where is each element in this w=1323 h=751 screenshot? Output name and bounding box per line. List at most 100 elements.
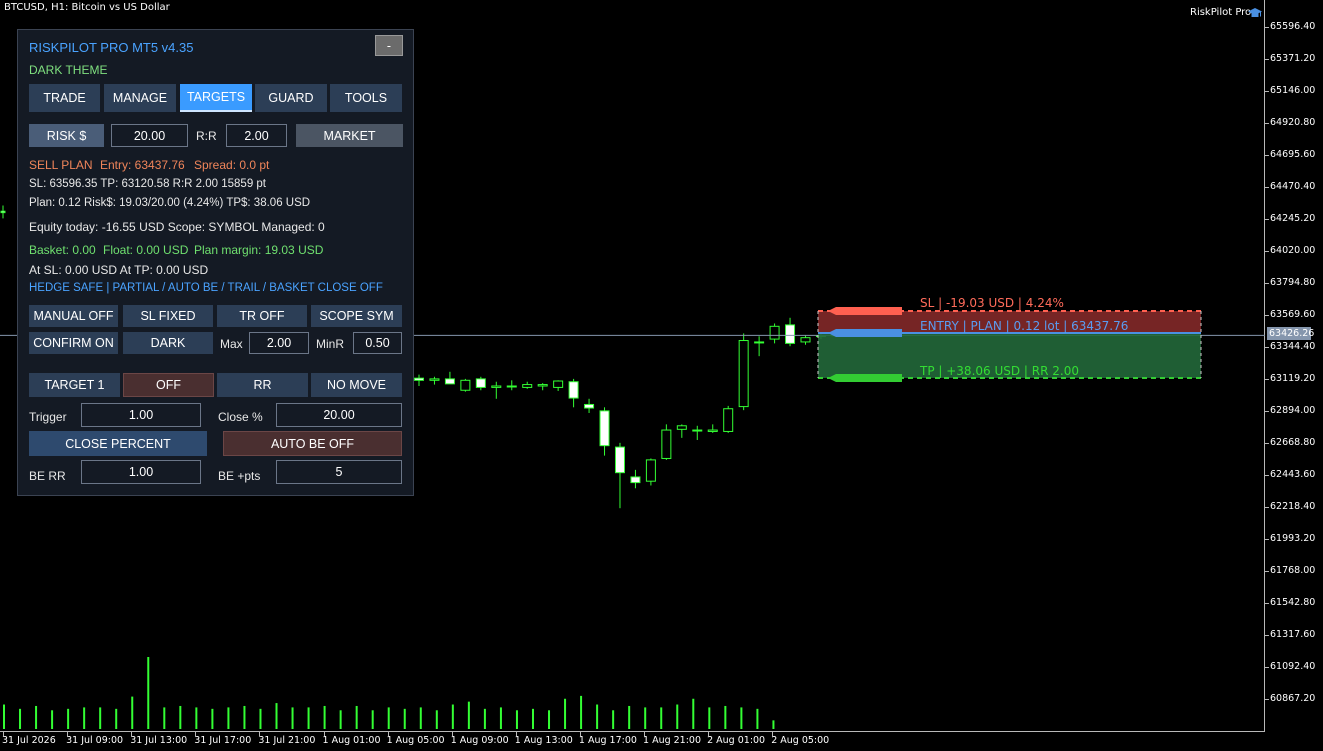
volume-bar [644, 707, 647, 729]
auto-be-off-button[interactable]: AUTO BE OFF [223, 431, 402, 456]
candle-body [754, 341, 765, 344]
sell-plan-label: SELL PLAN [29, 158, 93, 172]
target-1-button[interactable]: TARGET 1 [29, 373, 120, 397]
volume-bar [131, 696, 134, 729]
price-tick [1265, 219, 1269, 220]
volume-bar [596, 704, 599, 729]
volume-bar [163, 707, 166, 729]
candle-body [599, 410, 610, 447]
time-tick-label: 1 Aug 09:00 [450, 735, 509, 746]
candle-body [460, 379, 471, 391]
volume-bar [19, 708, 22, 729]
candle-body [723, 408, 734, 432]
sl-fixed-button[interactable]: SL FIXED [123, 305, 213, 327]
volume-bar [724, 705, 727, 729]
price-tick-label: 63794.80 [1270, 277, 1316, 288]
volume-bar [708, 707, 711, 729]
volume-bar [628, 705, 631, 729]
target-off-button[interactable]: OFF [123, 373, 214, 397]
risk-value-input[interactable]: 20.00 [111, 124, 188, 147]
candle-body [676, 425, 687, 430]
minr-label: MinR [316, 337, 345, 351]
candle-body [475, 378, 486, 388]
time-tick-label: 1 Aug 21:00 [643, 735, 702, 746]
dark-theme-button[interactable]: DARK [123, 332, 213, 354]
entry-zone-label: ENTRY | PLAN | 0.12 lot | 63437.76 [920, 319, 1129, 333]
volume-bar [355, 705, 358, 729]
tab-manage[interactable]: MANAGE [104, 84, 176, 112]
candle-body [553, 380, 564, 388]
minimize-button[interactable]: - [375, 35, 403, 56]
market-button[interactable]: MARKET [296, 124, 403, 147]
volume-bar [3, 704, 5, 729]
time-tick-label: 2 Aug 05:00 [771, 735, 830, 746]
close-pct-input[interactable]: 20.00 [276, 403, 402, 427]
rr-value-input[interactable]: 2.00 [226, 124, 287, 147]
time-tick-label: 31 Jul 17:00 [194, 735, 252, 746]
tab-trade[interactable]: TRADE [29, 84, 100, 112]
price-tick [1265, 315, 1269, 316]
volume-bar [387, 707, 390, 729]
candle-body [785, 324, 796, 344]
scope-sym-button[interactable]: SCOPE SYM [311, 305, 402, 327]
candle-body [429, 378, 440, 381]
be-rr-label: BE RR [29, 469, 66, 483]
confirm-on-button[interactable]: CONFIRM ON [29, 332, 118, 354]
max-input[interactable]: 2.00 [249, 332, 309, 354]
price-tick [1265, 667, 1269, 668]
float-label: Float: 0.00 USD [103, 243, 189, 257]
time-tick-label: 1 Aug 01:00 [322, 735, 381, 746]
time-tick-label: 31 Jul 21:00 [258, 735, 316, 746]
volume-bar [467, 701, 470, 729]
volume-bar [531, 708, 534, 729]
candle-body [537, 384, 548, 387]
manual-off-button[interactable]: MANUAL OFF [29, 305, 118, 327]
tab-guard[interactable]: GUARD [255, 84, 327, 112]
current-price-label: 63426.26 [1267, 327, 1315, 340]
plan-margin-label: Plan margin: 19.03 USD [194, 243, 324, 257]
tab-targets[interactable]: TARGETS [180, 84, 252, 112]
volume-bar [179, 705, 182, 729]
hedge-status-line: HEDGE SAFE | PARTIAL / AUTO BE / TRAIL /… [29, 282, 383, 294]
risk-mode-button[interactable]: RISK $ [29, 124, 104, 147]
volume-bar [227, 707, 230, 729]
at-sl-tp-summary: At SL: 0.00 USD At TP: 0.00 USD [29, 263, 209, 277]
be-rr-input[interactable]: 1.00 [81, 460, 201, 484]
price-tick-label: 64920.80 [1270, 117, 1316, 128]
candle-body [800, 337, 811, 343]
price-tick-label: 62894.00 [1270, 405, 1316, 416]
price-tick [1265, 507, 1269, 508]
no-move-button[interactable]: NO MOVE [311, 373, 402, 397]
volume-bar [243, 705, 246, 729]
sl-zone-label: SL | -19.03 USD | 4.24% [920, 296, 1064, 310]
price-tick [1265, 475, 1269, 476]
price-tick [1265, 283, 1269, 284]
volume-bar [612, 710, 615, 729]
minr-input[interactable]: 0.50 [353, 332, 402, 354]
price-tick-label: 64245.20 [1270, 213, 1316, 224]
trigger-input[interactable]: 1.00 [81, 403, 201, 427]
price-tick-label: 61542.80 [1270, 597, 1316, 608]
tr-off-button[interactable]: TR OFF [217, 305, 307, 327]
time-tick-label: 31 Jul 09:00 [66, 735, 124, 746]
time-tick-label: 31 Jul 2026 [2, 735, 56, 746]
target-rr-button[interactable]: RR [217, 373, 308, 397]
max-label: Max [220, 337, 243, 351]
tab-tools[interactable]: TOOLS [330, 84, 402, 112]
sl-tp-summary: SL: 63596.35 TP: 63120.58 R:R 2.00 15859… [29, 178, 266, 190]
spread-label: Spread: 0.0 pt [194, 158, 270, 172]
close-percent-button[interactable]: CLOSE PERCENT [29, 431, 207, 456]
price-tick-label: 63344.40 [1270, 341, 1316, 352]
price-tick-label: 61993.20 [1270, 533, 1316, 544]
volume-bar [660, 707, 663, 729]
riskpilot-panel: RISKPILOT PRO MT5 v4.35 - DARK THEME TRA… [17, 29, 414, 496]
price-tick [1265, 411, 1269, 412]
candle-body [506, 385, 517, 388]
be-pts-input[interactable]: 5 [276, 460, 402, 484]
price-tick [1265, 123, 1269, 124]
volume-bar [499, 707, 502, 729]
price-tick [1265, 603, 1269, 604]
candle-body [522, 384, 533, 388]
volume-bar [676, 704, 679, 729]
time-tick-label: 2 Aug 01:00 [707, 735, 766, 746]
